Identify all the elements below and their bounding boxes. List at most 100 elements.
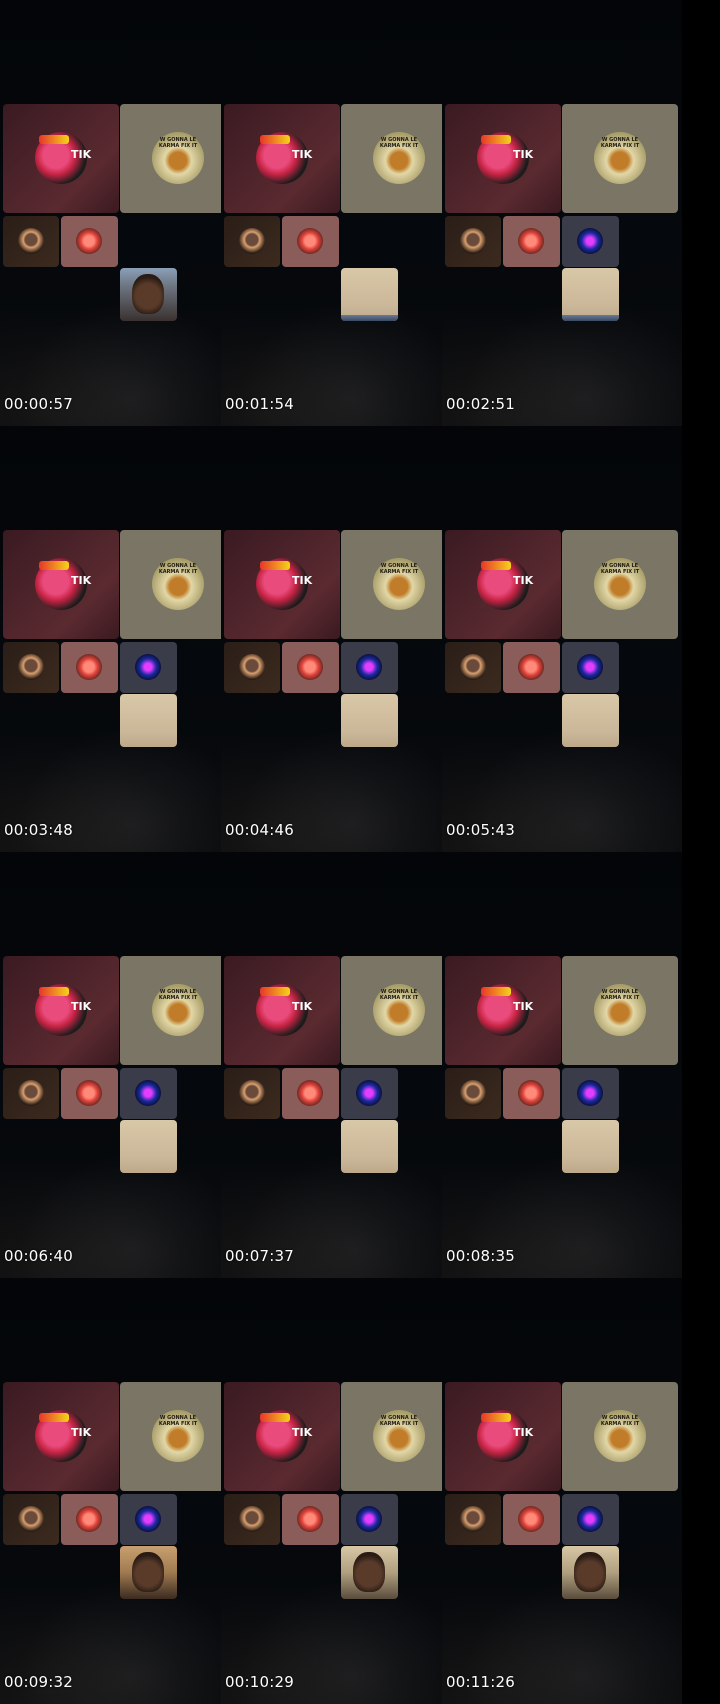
guest-camera-tile[interactable] xyxy=(341,1546,398,1599)
guest-1-avatar xyxy=(18,228,44,254)
cohost-video-tile[interactable]: W GONNA LE KARMA FIX IT xyxy=(341,1382,442,1491)
guest-tile-2[interactable] xyxy=(61,1068,118,1119)
host-video-tile[interactable]: TIK xyxy=(445,1382,561,1491)
guest-tile-3[interactable] xyxy=(562,642,619,693)
cohost-video-tile[interactable]: W GONNA LE KARMA FIX IT xyxy=(120,530,221,639)
video-frame-thumbnail[interactable]: TIK W GONNA LE KARMA FIX IT 00:09:32 xyxy=(0,1278,221,1704)
guest-tile-2[interactable] xyxy=(61,1494,118,1545)
guest-tile-1[interactable] xyxy=(445,1494,501,1545)
guest-camera-tile[interactable] xyxy=(120,268,177,321)
video-frame-thumbnail[interactable]: TIK W GONNA LE KARMA FIX IT 00:01:54 xyxy=(221,0,442,426)
video-frame-thumbnail[interactable]: TIK W GONNA LE KARMA FIX IT 00:10:29 xyxy=(221,1278,442,1704)
guest-tile-1[interactable] xyxy=(3,216,59,267)
host-tag: TIK xyxy=(292,148,313,161)
host-tag: TIK xyxy=(71,1426,92,1439)
host-video-tile[interactable]: TIK xyxy=(445,104,561,213)
guest-3-avatar xyxy=(135,1080,161,1106)
guest-tile-1[interactable] xyxy=(224,642,280,693)
guest-tile-1[interactable] xyxy=(445,1068,501,1119)
guest-tile-2[interactable] xyxy=(503,216,560,267)
host-video-tile[interactable]: TIK xyxy=(224,1382,340,1491)
guest-2-avatar xyxy=(518,1506,544,1532)
video-frame-thumbnail[interactable]: TIK W GONNA LE KARMA FIX IT 00:06:40 xyxy=(0,852,221,1278)
cohost-video-tile[interactable]: W GONNA LE KARMA FIX IT xyxy=(341,956,442,1065)
guest-tile-1[interactable] xyxy=(224,216,280,267)
guest-tile-3[interactable] xyxy=(562,1068,619,1119)
guest-tile-1[interactable] xyxy=(3,1068,59,1119)
video-frame-thumbnail[interactable]: TIK W GONNA LE KARMA FIX IT 00:11:26 xyxy=(442,1278,682,1704)
video-frame-thumbnail[interactable]: TIK W GONNA LE KARMA FIX IT 00:08:35 xyxy=(442,852,682,1278)
guest-tile-1[interactable] xyxy=(3,1494,59,1545)
host-video-tile[interactable]: TIK xyxy=(445,530,561,639)
guest-2-avatar xyxy=(76,228,102,254)
guest-camera-tile[interactable] xyxy=(562,694,619,747)
guest-1-avatar xyxy=(460,1506,486,1532)
guest-tile-1[interactable] xyxy=(224,1494,280,1545)
frame-timestamp: 00:10:29 xyxy=(225,1673,294,1691)
cohost-video-tile[interactable]: W GONNA LE KARMA FIX IT xyxy=(562,956,678,1065)
guest-camera-tile[interactable] xyxy=(562,1546,619,1599)
host-banner-graphic xyxy=(260,135,290,144)
cohost-video-tile[interactable]: W GONNA LE KARMA FIX IT xyxy=(120,104,221,213)
host-tag: TIK xyxy=(292,1000,313,1013)
cohost-video-tile[interactable]: W GONNA LE KARMA FIX IT xyxy=(562,1382,678,1491)
guest-camera-tile[interactable] xyxy=(120,1546,177,1599)
host-video-tile[interactable]: TIK xyxy=(3,1382,119,1491)
guest-tile-2[interactable] xyxy=(61,642,118,693)
host-video-tile[interactable]: TIK xyxy=(224,104,340,213)
guest-tile-2[interactable] xyxy=(282,642,339,693)
guest-3-avatar xyxy=(356,654,382,680)
cohost-caption: W GONNA LE KARMA FIX IT xyxy=(158,1415,198,1427)
guest-camera-tile[interactable] xyxy=(341,268,398,321)
guest-tile-2[interactable] xyxy=(503,642,560,693)
guest-tile-2[interactable] xyxy=(282,1068,339,1119)
guest-tile-1[interactable] xyxy=(445,216,501,267)
guest-tile-1[interactable] xyxy=(224,1068,280,1119)
host-video-tile[interactable]: TIK xyxy=(224,956,340,1065)
cohost-video-tile[interactable]: W GONNA LE KARMA FIX IT xyxy=(562,104,678,213)
cohost-video-tile[interactable]: W GONNA LE KARMA FIX IT xyxy=(562,530,678,639)
host-video-tile[interactable]: TIK xyxy=(224,530,340,639)
host-video-tile[interactable]: TIK xyxy=(445,956,561,1065)
guest-tile-2[interactable] xyxy=(503,1494,560,1545)
cohost-video-tile[interactable]: W GONNA LE KARMA FIX IT xyxy=(120,1382,221,1491)
video-frame-thumbnail[interactable]: TIK W GONNA LE KARMA FIX IT 00:05:43 xyxy=(442,426,682,852)
guest-camera-tile[interactable] xyxy=(562,268,619,321)
video-frame-thumbnail[interactable]: TIK W GONNA LE KARMA FIX IT 00:03:48 xyxy=(0,426,221,852)
frame-timestamp: 00:03:48 xyxy=(4,821,73,839)
guest-tile-3[interactable] xyxy=(341,1494,398,1545)
guest-tile-1[interactable] xyxy=(445,642,501,693)
guest-camera-tile[interactable] xyxy=(120,694,177,747)
video-frame-thumbnail[interactable]: TIK W GONNA LE KARMA FIX IT 00:04:46 xyxy=(221,426,442,852)
cohost-caption: W GONNA LE KARMA FIX IT xyxy=(379,989,419,1001)
guest-camera-tile[interactable] xyxy=(341,1120,398,1173)
host-video-tile[interactable]: TIK xyxy=(3,956,119,1065)
guest-1-avatar xyxy=(460,228,486,254)
thumbnail-grid: TIK W GONNA LE KARMA FIX IT 00:00:57 TIK W G… xyxy=(0,0,720,1704)
guest-camera-person xyxy=(353,1552,385,1592)
host-video-tile[interactable]: TIK xyxy=(3,530,119,639)
guest-camera-tile[interactable] xyxy=(341,694,398,747)
cohost-video-tile[interactable]: W GONNA LE KARMA FIX IT xyxy=(120,956,221,1065)
video-frame-thumbnail[interactable]: TIK W GONNA LE KARMA FIX IT 00:00:57 xyxy=(0,0,221,426)
guest-tile-3[interactable] xyxy=(120,642,177,693)
guest-tile-3[interactable] xyxy=(562,216,619,267)
guest-camera-tile[interactable] xyxy=(120,1120,177,1173)
guest-tile-1[interactable] xyxy=(3,642,59,693)
guest-tile-3[interactable] xyxy=(341,642,398,693)
guest-tile-2[interactable] xyxy=(503,1068,560,1119)
guest-tile-3[interactable] xyxy=(120,1494,177,1545)
guest-tile-2[interactable] xyxy=(61,216,118,267)
guest-camera-tile[interactable] xyxy=(562,1120,619,1173)
guest-tile-3[interactable] xyxy=(562,1494,619,1545)
guest-tile-2[interactable] xyxy=(282,216,339,267)
host-video-tile[interactable]: TIK xyxy=(3,104,119,213)
cohost-video-tile[interactable]: W GONNA LE KARMA FIX IT xyxy=(341,104,442,213)
guest-tile-3[interactable] xyxy=(120,1068,177,1119)
cohost-caption: W GONNA LE KARMA FIX IT xyxy=(600,563,640,575)
video-frame-thumbnail[interactable]: TIK W GONNA LE KARMA FIX IT 00:02:51 xyxy=(442,0,682,426)
guest-tile-3[interactable] xyxy=(341,1068,398,1119)
guest-tile-2[interactable] xyxy=(282,1494,339,1545)
video-frame-thumbnail[interactable]: TIK W GONNA LE KARMA FIX IT 00:07:37 xyxy=(221,852,442,1278)
cohost-video-tile[interactable]: W GONNA LE KARMA FIX IT xyxy=(341,530,442,639)
